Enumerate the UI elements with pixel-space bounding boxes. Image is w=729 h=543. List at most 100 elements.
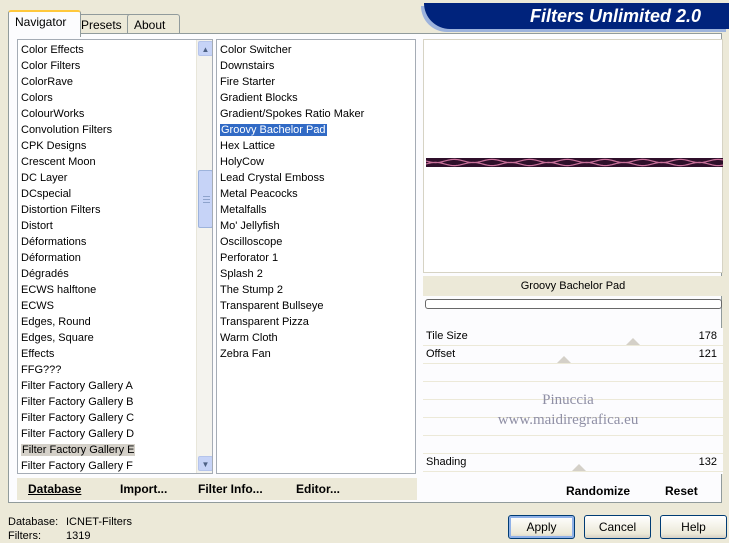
filter-label: Lead Crystal Emboss bbox=[220, 172, 325, 184]
filter-label: Color Switcher bbox=[220, 44, 292, 56]
tab-presets[interactable]: Presets bbox=[74, 14, 133, 35]
category-item[interactable]: Filter Factory Gallery B bbox=[18, 394, 212, 410]
filter-item[interactable]: Mo' Jellyfish bbox=[217, 218, 415, 234]
scroll-thumb[interactable] bbox=[198, 170, 212, 228]
filter-label: Hex Lattice bbox=[220, 140, 276, 152]
scroll-down-icon[interactable]: ▼ bbox=[198, 456, 212, 471]
database-button[interactable]: Database bbox=[28, 482, 81, 496]
category-item[interactable]: Colors bbox=[18, 90, 212, 106]
slider-label: Shading bbox=[426, 456, 467, 468]
filter-label: Metal Peacocks bbox=[220, 188, 298, 200]
editor-button[interactable]: Editor... bbox=[296, 482, 340, 496]
category-item[interactable]: Distortion Filters bbox=[18, 202, 212, 218]
category-label: Filter Factory Gallery D bbox=[21, 428, 135, 440]
navigator-panel: Color Effects Color Filters ColorRave Color… bbox=[8, 33, 723, 503]
tab-navigator[interactable]: Navigator bbox=[8, 10, 81, 37]
filter-item[interactable]: Warm Cloth bbox=[217, 330, 415, 346]
filter-item[interactable]: Splash 2 bbox=[217, 266, 415, 282]
category-item[interactable]: Distort bbox=[18, 218, 212, 234]
category-item[interactable]: ECWS bbox=[18, 298, 212, 314]
category-item[interactable]: ColorRave bbox=[18, 74, 212, 90]
slider-tile-size[interactable]: Tile Size 178 bbox=[423, 328, 723, 346]
randomize-button[interactable]: Randomize bbox=[566, 484, 630, 498]
filter-item[interactable]: Perforator 1 bbox=[217, 250, 415, 266]
filter-item[interactable]: Fire Starter bbox=[217, 74, 415, 90]
category-item[interactable]: Color Filters bbox=[18, 58, 212, 74]
category-label: Crescent Moon bbox=[21, 156, 96, 168]
status-filters-label: Filters: bbox=[8, 530, 41, 542]
filter-item[interactable]: Oscilloscope bbox=[217, 234, 415, 250]
status-database-label: Database: bbox=[8, 516, 59, 528]
category-item[interactable]: ECWS halftone bbox=[18, 282, 212, 298]
apply-button[interactable]: Apply bbox=[508, 515, 575, 539]
filter-item[interactable]: Groovy Bachelor Pad bbox=[217, 122, 415, 138]
slider-value: 178 bbox=[698, 330, 717, 342]
filter-item[interactable]: Lead Crystal Emboss bbox=[217, 170, 415, 186]
filter-item[interactable]: Metalfalls bbox=[217, 202, 415, 218]
slider-value: 121 bbox=[698, 348, 717, 360]
progress-bar bbox=[425, 299, 722, 309]
filter-item[interactable]: Zebra Fan bbox=[217, 346, 415, 362]
filter-label: Gradient Blocks bbox=[220, 92, 298, 104]
category-item[interactable]: Filter Factory Gallery F bbox=[18, 458, 212, 473]
category-item[interactable]: Edges, Round bbox=[18, 314, 212, 330]
filter-item[interactable]: HolyCow bbox=[217, 154, 415, 170]
filter-label: Metalfalls bbox=[220, 204, 267, 216]
category-item[interactable]: DCspecial bbox=[18, 186, 212, 202]
category-item[interactable]: Filter Factory Gallery D bbox=[18, 426, 212, 442]
selected-filter-name: Groovy Bachelor Pad bbox=[423, 276, 723, 296]
category-label: Filter Factory Gallery C bbox=[21, 412, 135, 424]
preview-area bbox=[423, 39, 723, 273]
category-item[interactable]: Edges, Square bbox=[18, 330, 212, 346]
category-label: DC Layer bbox=[21, 172, 68, 184]
filter-item[interactable]: Hex Lattice bbox=[217, 138, 415, 154]
category-label: Déformation bbox=[21, 252, 81, 264]
filter-item[interactable]: The Stump 2 bbox=[217, 282, 415, 298]
category-item[interactable]: FFG??? bbox=[18, 362, 212, 378]
reset-button[interactable]: Reset bbox=[665, 484, 698, 498]
filter-item[interactable]: Transparent Pizza bbox=[217, 314, 415, 330]
filter-item[interactable]: Transparent Bullseye bbox=[217, 298, 415, 314]
filter-item[interactable]: Color Switcher bbox=[217, 42, 415, 58]
watermark-url: www.maidiregrafica.eu bbox=[497, 412, 639, 428]
category-item[interactable]: Filter Factory Gallery A bbox=[18, 378, 212, 394]
help-button[interactable]: Help bbox=[660, 515, 727, 539]
category-item[interactable]: Effects bbox=[18, 346, 212, 362]
category-scrollbar[interactable]: ▲ ▼ bbox=[196, 40, 212, 473]
category-item[interactable]: Filter Factory Gallery E bbox=[18, 442, 212, 458]
slider-thumb[interactable] bbox=[557, 356, 571, 363]
slider-offset[interactable]: Offset 121 bbox=[423, 346, 723, 364]
cancel-button[interactable]: Cancel bbox=[584, 515, 651, 539]
category-item[interactable]: DC Layer bbox=[18, 170, 212, 186]
category-item[interactable]: Color Effects bbox=[18, 42, 212, 58]
slider-shading[interactable]: Shading 132 bbox=[423, 454, 723, 472]
scroll-up-icon[interactable]: ▲ bbox=[198, 41, 212, 56]
category-item[interactable]: CPK Designs bbox=[18, 138, 212, 154]
import-button[interactable]: Import... bbox=[120, 482, 167, 496]
category-item[interactable]: ColourWorks bbox=[18, 106, 212, 122]
category-item[interactable]: Convolution Filters bbox=[18, 122, 212, 138]
category-item[interactable]: Dégradés bbox=[18, 266, 212, 282]
category-item[interactable]: Crescent Moon bbox=[18, 154, 212, 170]
category-list[interactable]: Color Effects Color Filters ColorRave Color… bbox=[17, 39, 213, 474]
category-item[interactable]: Déformations bbox=[18, 234, 212, 250]
filter-item[interactable]: Downstairs bbox=[217, 58, 415, 74]
category-label: Distortion Filters bbox=[21, 204, 101, 216]
category-label: Edges, Square bbox=[21, 332, 94, 344]
slider-thumb[interactable] bbox=[572, 464, 586, 471]
filter-item[interactable]: Gradient Blocks bbox=[217, 90, 415, 106]
filter-label: Zebra Fan bbox=[220, 348, 271, 360]
category-label: Filter Factory Gallery B bbox=[21, 396, 134, 408]
filter-item[interactable]: Gradient/Spokes Ratio Maker bbox=[217, 106, 415, 122]
category-label: Distort bbox=[21, 220, 53, 232]
filter-info-button[interactable]: Filter Info... bbox=[198, 482, 263, 496]
category-label: FFG??? bbox=[21, 364, 62, 376]
filter-item[interactable]: Metal Peacocks bbox=[217, 186, 415, 202]
filter-list[interactable]: Color Switcher Downstairs Fire Starter Grad… bbox=[216, 39, 416, 474]
tab-about[interactable]: About bbox=[127, 14, 180, 35]
category-item[interactable]: Filter Factory Gallery C bbox=[18, 410, 212, 426]
category-item[interactable]: Déformation bbox=[18, 250, 212, 266]
slider-value: 132 bbox=[698, 456, 717, 468]
database-status: Database: ICNET-Filters Filters: 1319 bbox=[8, 515, 132, 543]
slider-thumb[interactable] bbox=[626, 338, 640, 345]
